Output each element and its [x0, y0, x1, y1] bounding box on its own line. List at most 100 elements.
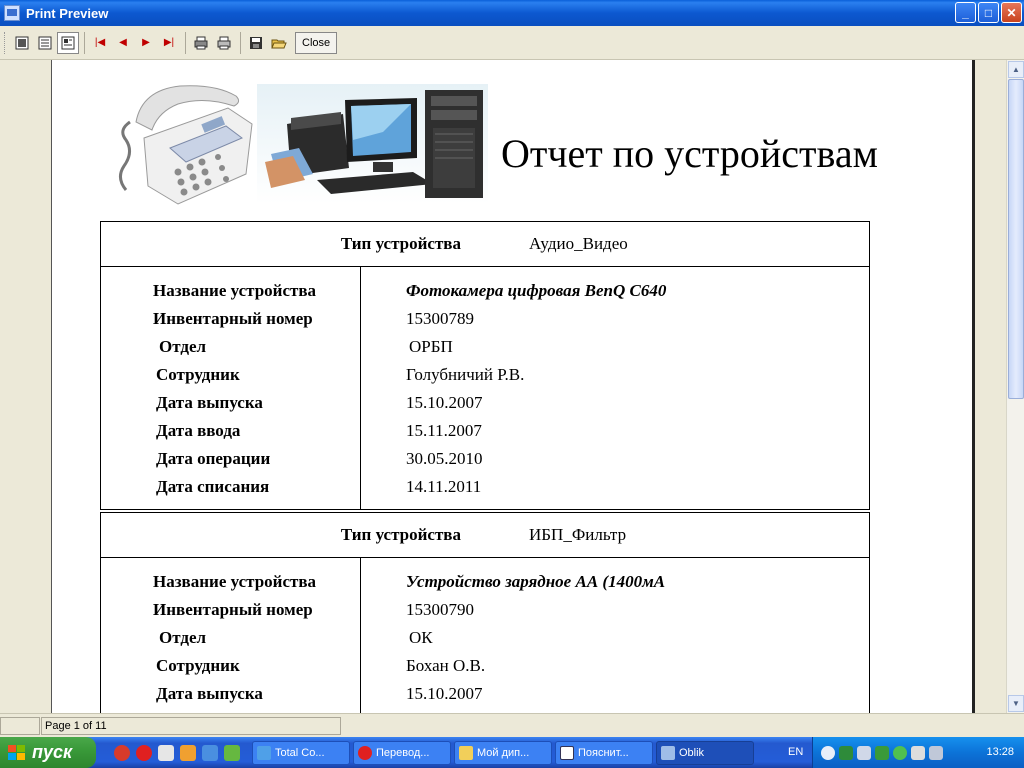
- tray-chevron-icon[interactable]: [821, 745, 835, 760]
- field-label-device-name: Название устройства: [153, 281, 317, 300]
- status-bar: Page 1 of 11: [0, 713, 1024, 737]
- media-icon[interactable]: [180, 744, 196, 761]
- field-labels-column: Название устройства Инвентарный номер От…: [101, 267, 361, 509]
- scroll-down-button[interactable]: ▼: [1008, 695, 1024, 712]
- task-total-commander[interactable]: Total Co...: [252, 740, 350, 765]
- device-type-header: Тип устройства Аудио_Видео: [100, 221, 870, 267]
- task-word-document[interactable]: Пояснит...: [555, 740, 653, 765]
- scroll-thumb[interactable]: [1008, 79, 1024, 399]
- close-preview-button[interactable]: Close: [295, 31, 338, 54]
- minimize-button[interactable]: _: [955, 2, 976, 23]
- report-title: Отчет по устройствам: [501, 131, 878, 176]
- toolbar-grip[interactable]: [4, 31, 7, 54]
- actual-size-button[interactable]: [57, 31, 79, 54]
- network-icon[interactable]: [839, 745, 853, 760]
- opera-icon: [358, 745, 372, 760]
- arrow-up-icon: ▲: [1012, 65, 1020, 74]
- task-folder[interactable]: Мой дип...: [454, 740, 552, 765]
- print-preview-window-icon: [4, 5, 20, 21]
- field-value-department: ОК: [409, 628, 433, 647]
- explorer-icon[interactable]: [202, 744, 218, 761]
- previous-page-icon: ◀: [119, 37, 127, 48]
- field-label-device-name: Название устройства: [153, 572, 317, 591]
- box-app-icon[interactable]: [158, 744, 174, 761]
- field-label-release-date: Дата выпуска: [156, 684, 263, 703]
- word-document-icon: [560, 745, 574, 760]
- report-page: Отчет по устройствам Тип устройства Ауди…: [51, 60, 975, 713]
- field-value-employee: Бохан О.В.: [406, 656, 486, 675]
- field-value-inventory-number: 15300789: [406, 309, 474, 328]
- total-commander-icon: [257, 745, 271, 760]
- page-indicator: Page 1 of 11: [41, 717, 341, 735]
- field-label-entry-date: Дата ввода: [156, 421, 241, 440]
- update-icon[interactable]: [893, 745, 907, 760]
- computer-equipment-image: [257, 84, 488, 204]
- field-label-department: Отдел: [159, 628, 207, 647]
- clock[interactable]: 13:28: [986, 746, 1014, 758]
- next-page-icon: ▶: [142, 37, 150, 48]
- last-page-icon: ▶|: [163, 37, 175, 48]
- device-type-value: ИБП_Фильтр: [529, 525, 627, 544]
- task-label: Перевод...: [376, 746, 430, 759]
- volume-icon[interactable]: [929, 745, 943, 760]
- device-detail-block: Название устройства Инвентарный номер От…: [100, 267, 870, 510]
- page-width-button[interactable]: [34, 32, 56, 54]
- field-value-release-date: 15.10.2007: [406, 393, 483, 412]
- tray-icons: [821, 745, 943, 760]
- device-type-label: Тип устройства: [340, 234, 461, 253]
- task-label: Oblik: [679, 746, 705, 759]
- field-values-column: Устройство зарядное АА (1400мА 15300790 …: [361, 558, 869, 713]
- print-button[interactable]: [213, 32, 235, 54]
- field-value-employee: Голубничий Р.В.: [406, 365, 525, 384]
- page-width-icon: [38, 36, 52, 49]
- close-window-button[interactable]: ✕: [1001, 2, 1022, 23]
- field-label-release-date: Дата выпуска: [156, 393, 263, 412]
- telephone-image: [119, 85, 253, 205]
- print-setup-button[interactable]: [190, 32, 212, 54]
- task-label: Пояснит...: [578, 746, 629, 759]
- open-button[interactable]: [268, 32, 290, 54]
- whole-page-icon: [15, 36, 29, 49]
- previous-page-button[interactable]: ◀: [112, 32, 134, 54]
- maximize-button[interactable]: □: [978, 2, 999, 23]
- window-titlebar: Print Preview _ □ ✕: [0, 0, 1024, 26]
- field-label-inventory-number: Инвентарный номер: [153, 600, 313, 619]
- task-label: Total Co...: [275, 746, 325, 759]
- status-cell-empty: [0, 717, 40, 735]
- field-value-department: ОРБП: [409, 337, 453, 356]
- field-label-operation-date: Дата операции: [156, 449, 271, 468]
- field-label-inventory-number: Инвентарный номер: [153, 309, 313, 328]
- last-page-button[interactable]: ▶|: [158, 32, 180, 54]
- field-value-device-name: Устройство зарядное АА (1400мА: [406, 572, 666, 591]
- field-value-device-name: Фотокамера цифровая BenQ C640: [406, 281, 667, 300]
- first-page-icon: |◀: [94, 37, 106, 48]
- task-label: Мой дип...: [477, 746, 530, 759]
- scroll-up-button[interactable]: ▲: [1008, 61, 1024, 78]
- nvidia-icon[interactable]: [875, 745, 889, 760]
- shield-icon[interactable]: [857, 745, 871, 760]
- whole-page-button[interactable]: [11, 32, 33, 54]
- language-indicator[interactable]: EN: [788, 746, 803, 758]
- browser-icon[interactable]: [114, 744, 130, 761]
- printer-icon: [217, 36, 231, 49]
- actual-size-icon: [61, 36, 75, 49]
- field-value-inventory-number: 15300790: [406, 600, 474, 619]
- device-detail-block: Название устройства Инвентарный номер От…: [100, 558, 870, 713]
- window-controls: _ □ ✕: [955, 2, 1022, 23]
- next-page-button[interactable]: ▶: [135, 32, 157, 54]
- save-disk-icon: [250, 36, 262, 49]
- task-opera-translate[interactable]: Перевод...: [353, 740, 451, 765]
- start-button[interactable]: пуск: [0, 737, 96, 768]
- vertical-scrollbar[interactable]: ▲ ▼: [1006, 60, 1024, 713]
- field-value-writeoff-date: 14.11.2011: [406, 477, 482, 496]
- opera-icon[interactable]: [136, 744, 152, 761]
- save-button[interactable]: [245, 32, 267, 54]
- device-type-value: Аудио_Видео: [529, 234, 628, 253]
- field-value-operation-date: 30.05.2010: [406, 449, 483, 468]
- triangle-app-icon[interactable]: [224, 744, 240, 761]
- task-oblik[interactable]: Oblik: [656, 740, 754, 765]
- toolbar-separator: [185, 31, 186, 54]
- first-page-button[interactable]: |◀: [89, 32, 111, 54]
- calendar-icon[interactable]: [911, 745, 925, 760]
- field-value-release-date: 15.10.2007: [406, 684, 483, 703]
